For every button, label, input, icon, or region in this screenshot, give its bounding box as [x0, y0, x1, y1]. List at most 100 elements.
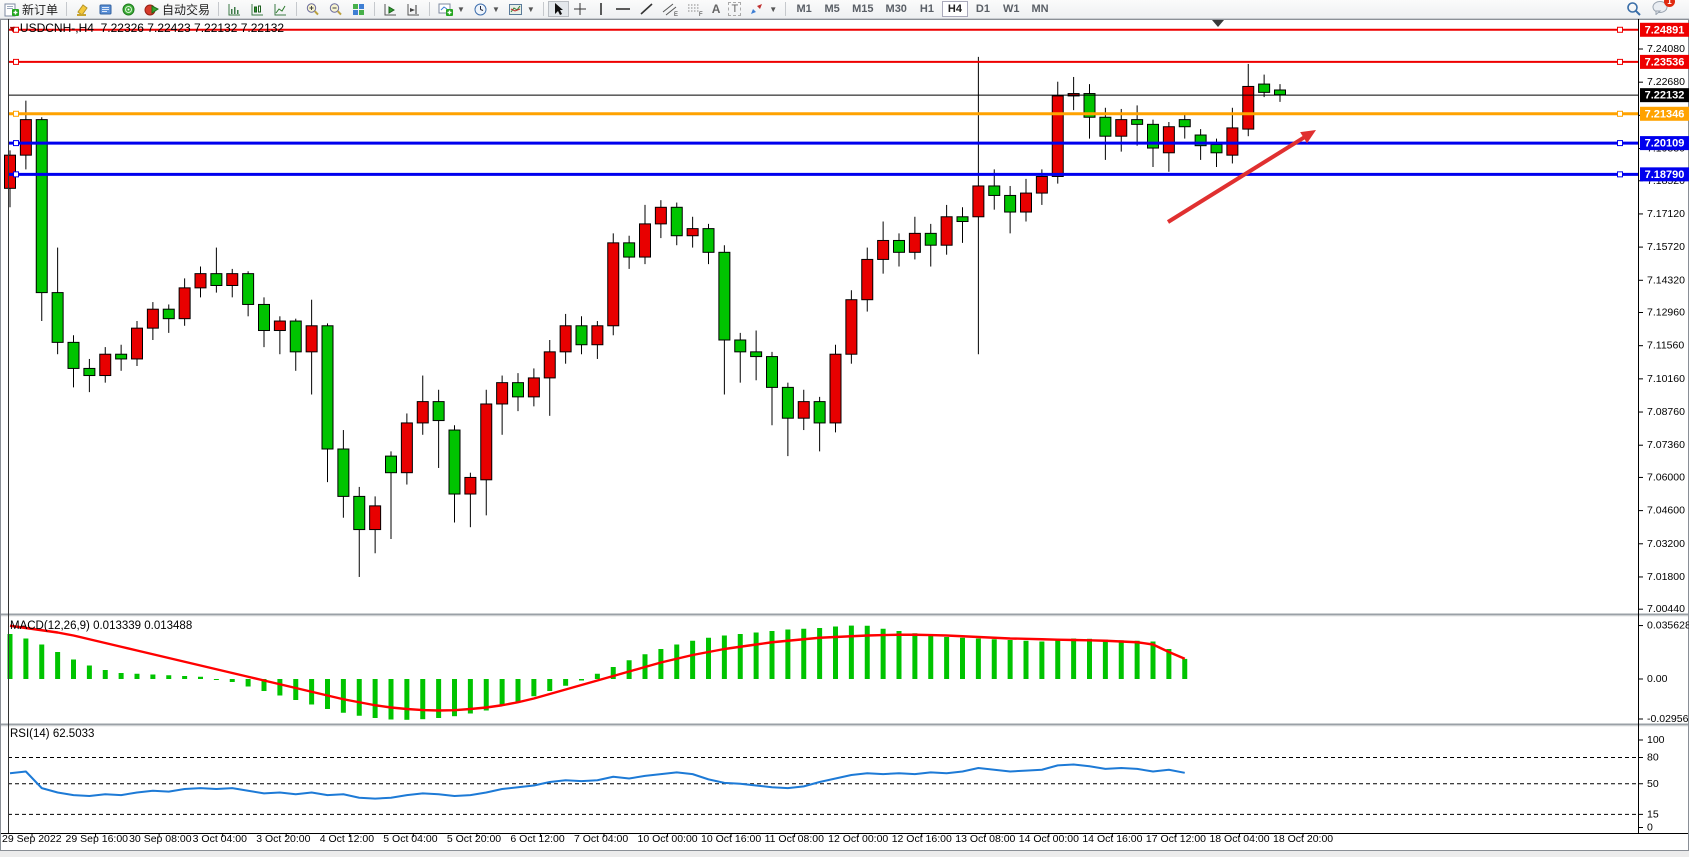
candle-down	[513, 383, 524, 397]
horizontal-line-tool-button[interactable]	[611, 1, 635, 17]
template-icon	[508, 2, 523, 17]
equidistant-channel-icon: E	[662, 2, 679, 17]
candle-down	[52, 293, 63, 343]
fibonacci-tool-button[interactable]: F	[683, 1, 708, 17]
toolbar-separator	[785, 2, 786, 16]
price-badge-label: 7.24891	[1645, 24, 1685, 36]
chart-canvas[interactable]: 7.240807.226807.212807.198807.185207.171…	[0, 0, 1689, 857]
candle-up	[417, 402, 428, 423]
fibonacci-icon: F	[687, 2, 704, 17]
periods-button[interactable]: ▼	[469, 1, 504, 17]
timeframe-button-m30[interactable]: M30	[881, 1, 912, 17]
bar-chart-icon	[227, 2, 242, 17]
price-axis-label: 7.07360	[1647, 439, 1685, 451]
market-watch-button[interactable]	[117, 1, 140, 17]
macd-histogram-bar	[897, 631, 902, 679]
timeframe-button-w1[interactable]: W1	[998, 1, 1025, 17]
timeframe-button-m1[interactable]: M1	[791, 1, 817, 17]
price-axis-label: 7.11560	[1647, 340, 1684, 352]
toolbar-separator	[429, 2, 430, 16]
macd-histogram-bar	[976, 639, 981, 680]
line-handle[interactable]	[14, 59, 19, 64]
toolbar-separator	[543, 2, 544, 16]
price-axis-label: 7.15720	[1647, 241, 1685, 253]
chart-candles-button[interactable]	[246, 1, 269, 17]
macd-histogram-bar	[484, 679, 489, 711]
candle-down	[290, 321, 301, 352]
candle-up	[544, 352, 555, 378]
history-book-button[interactable]	[94, 1, 117, 17]
notifications-button[interactable]: 1	[1652, 0, 1669, 18]
macd-histogram-bar	[579, 679, 584, 681]
candle-up	[481, 404, 492, 480]
candle-up	[100, 354, 111, 375]
timeframe-button-m15[interactable]: M15	[847, 1, 878, 17]
timeframe-button-d1[interactable]: D1	[970, 1, 996, 17]
line-handle[interactable]	[1618, 141, 1623, 146]
macd-histogram-bar	[1039, 642, 1044, 680]
macd-histogram-bar	[595, 674, 600, 679]
arrows-tool-button[interactable]: ▼	[745, 1, 781, 17]
chart-shift-button[interactable]	[402, 1, 425, 17]
search-icon[interactable]	[1626, 1, 1642, 17]
macd-histogram-bar	[865, 626, 870, 679]
auto-scroll-button[interactable]	[379, 1, 402, 17]
line-handle[interactable]	[1618, 59, 1623, 64]
zoom-in-button[interactable]	[301, 1, 324, 17]
line-handle[interactable]	[1618, 111, 1623, 116]
new-order-button[interactable]: 新订单	[0, 1, 62, 17]
macd-histogram-bar	[500, 679, 505, 706]
candle-down	[671, 207, 682, 235]
candle-down	[163, 309, 174, 318]
macd-histogram-bar	[39, 645, 44, 680]
line-handle[interactable]	[1618, 172, 1623, 177]
tile-windows-button[interactable]	[347, 1, 370, 17]
text-tool-button[interactable]: A	[708, 1, 725, 17]
label-tool-button[interactable]: T	[724, 1, 745, 17]
tile-windows-icon	[351, 2, 366, 17]
auto-trading-label: 自动交易	[162, 1, 210, 18]
auto-trading-button[interactable]: 自动交易	[140, 1, 214, 17]
channel-tool-button[interactable]: E	[658, 1, 683, 17]
rsi-axis-label: 100	[1647, 734, 1665, 746]
candle-down	[814, 402, 825, 423]
candle-up	[1021, 193, 1032, 212]
candle-up	[862, 259, 873, 299]
timeframe-button-m5[interactable]: M5	[819, 1, 845, 17]
trendline-tool-button[interactable]	[635, 1, 658, 17]
zoom-out-button[interactable]	[324, 1, 347, 17]
candle-down	[211, 274, 222, 286]
candle-down	[1211, 144, 1222, 152]
time-axis-label: 12 Oct 16:00	[892, 833, 952, 845]
new-order-label: 新订单	[22, 1, 58, 18]
macd-histogram-bar	[1119, 640, 1124, 679]
timeframe-button-mn[interactable]: MN	[1026, 1, 1053, 17]
timeframe-button-h4[interactable]: H4	[942, 1, 968, 17]
candle-down	[782, 387, 793, 418]
macd-histogram-bar	[230, 679, 235, 682]
cursor-tool-button[interactable]	[548, 1, 569, 17]
stamp-button[interactable]	[71, 1, 94, 17]
new-chart-button[interactable]: ▼	[434, 1, 469, 17]
timeframe-button-h1[interactable]: H1	[914, 1, 940, 17]
candle-up	[560, 326, 571, 352]
line-handle[interactable]	[14, 141, 19, 146]
line-handle[interactable]	[14, 172, 19, 177]
price-axis-label: 7.24080	[1647, 43, 1685, 55]
line-handle[interactable]	[14, 111, 19, 116]
price-axis-label: 7.22680	[1647, 76, 1685, 88]
price-axis-label: 7.08760	[1647, 406, 1685, 418]
vertical-line-tool-button[interactable]	[591, 1, 611, 17]
candle-up	[401, 423, 412, 473]
chart-line-button[interactable]	[269, 1, 292, 17]
macd-histogram-bar	[436, 679, 441, 718]
macd-histogram-bar	[103, 670, 108, 679]
stamp-icon	[75, 2, 90, 17]
time-axis-label: 18 Oct 04:00	[1209, 833, 1269, 845]
chart-bars-button[interactable]	[223, 1, 246, 17]
macd-histogram-bar	[373, 679, 378, 718]
crosshair-tool-button[interactable]	[569, 1, 591, 17]
templates-button[interactable]: ▼	[504, 1, 539, 17]
line-handle[interactable]	[1618, 27, 1623, 32]
candle-down	[1179, 120, 1190, 127]
